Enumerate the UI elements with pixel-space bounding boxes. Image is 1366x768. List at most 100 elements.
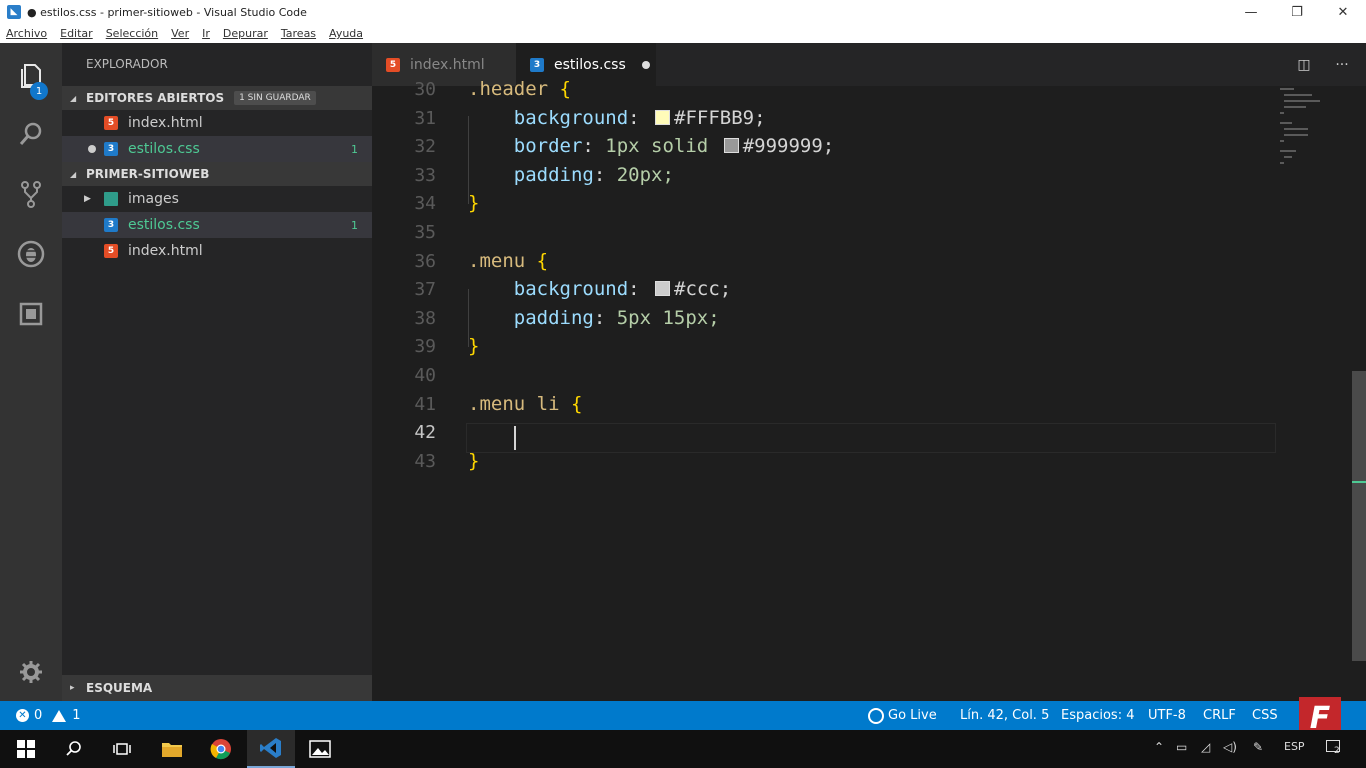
css-file-icon: 3 [104, 218, 118, 232]
css-property: padding [513, 306, 594, 329]
error-count: 0 [34, 708, 43, 723]
debug-icon[interactable] [0, 229, 62, 279]
unsaved-dot-icon[interactable] [641, 60, 650, 69]
code-line: } [468, 450, 479, 472]
source-control-icon[interactable] [0, 169, 62, 219]
css-selector: .menu [468, 249, 526, 272]
color-swatch[interactable] [723, 138, 739, 154]
wifi-icon[interactable]: ◿ [1201, 740, 1210, 754]
menu-archivo[interactable]: Archivo [6, 27, 47, 40]
problem-count: 1 [351, 218, 358, 232]
brace: { [570, 392, 583, 415]
files-icon[interactable]: 1 [0, 51, 62, 101]
menu-ir[interactable]: Ir [202, 27, 210, 40]
menu-ayuda[interactable]: Ayuda [329, 27, 363, 40]
code-line: } [468, 335, 479, 357]
line-number: 37 [414, 279, 436, 301]
code-line: .menu li { [468, 393, 582, 415]
gear-icon[interactable] [0, 647, 62, 697]
code-line: border: 1px solid #999999; [513, 135, 835, 158]
css-property: background [513, 278, 629, 301]
line-ending-setting[interactable]: CRLF [1203, 701, 1236, 730]
vscode-taskbar-icon[interactable] [247, 730, 295, 768]
open-editor-item-index-html[interactable]: 5 index.html [62, 110, 372, 136]
css-selector: .header [468, 78, 549, 100]
line-number: 42 [414, 422, 436, 444]
problems-indicator[interactable]: ✕ 0 1 [16, 701, 81, 730]
folder-item-images[interactable]: ▶ images [62, 186, 372, 212]
tab-label: index.html [410, 56, 485, 73]
search-icon[interactable] [50, 730, 98, 768]
html-file-icon: 5 [104, 116, 118, 130]
task-view-icon[interactable] [98, 730, 146, 768]
encoding-setting[interactable]: UTF-8 [1148, 701, 1186, 730]
color-swatch[interactable] [655, 281, 671, 297]
css-property: padding [513, 163, 594, 186]
file-name: index.html [128, 115, 203, 131]
file-item-index-html[interactable]: 5 index.html [62, 238, 372, 264]
volume-icon[interactable]: ◁) [1223, 740, 1237, 754]
line-number: 39 [414, 336, 436, 358]
error-icon: ✕ [16, 709, 29, 722]
code-editor[interactable]: 30 .header {31 background: #FFFBB9; 32 bor… [372, 78, 1366, 701]
css-property: border [513, 135, 583, 158]
css-value: 1px solid [605, 135, 709, 158]
menu-tareas[interactable]: Tareas [281, 27, 316, 40]
file-item-estilos-css[interactable]: 3 estilos.css 1 [62, 212, 372, 238]
minimize-button[interactable]: — [1228, 0, 1274, 24]
open-editor-item-estilos-css[interactable]: 3 estilos.css 1 [62, 136, 372, 162]
scrollbar-change-marker [1352, 481, 1366, 483]
minimap[interactable] [1280, 86, 1350, 176]
more-actions-icon[interactable]: ··· [1332, 55, 1352, 75]
cursor-position[interactable]: Lín. 42, Col. 5 [960, 701, 1049, 730]
file-explorer-icon[interactable] [148, 730, 196, 768]
line-number: 32 [414, 136, 436, 158]
pen-icon[interactable]: ✎ [1253, 740, 1263, 754]
language-mode[interactable]: CSS [1252, 701, 1278, 730]
project-section[interactable]: ◢ PRIMER-SITIOWEB [62, 162, 372, 186]
line-number: 34 [414, 193, 436, 215]
menu-depurar[interactable]: Depurar [223, 27, 268, 40]
css-value: 5px 15px; [616, 306, 720, 329]
photos-icon[interactable] [296, 730, 344, 768]
brace: { [536, 249, 549, 272]
notification-count: 2 [1334, 746, 1340, 756]
extensions-icon[interactable] [0, 289, 62, 339]
chrome-icon[interactable] [197, 730, 245, 768]
brace: } [468, 449, 480, 472]
vscode-icon: ◣ [7, 5, 21, 19]
folder-name: images [128, 191, 179, 207]
chevron-down-icon: ◢ [70, 93, 77, 103]
windows-start-icon[interactable] [2, 730, 50, 768]
search-icon[interactable] [0, 109, 62, 159]
menu-editar[interactable]: Editar [60, 27, 93, 40]
go-live-button[interactable]: Go Live [868, 701, 937, 730]
css-selector: .menu li [468, 392, 560, 415]
open-editors-section[interactable]: ◢ EDITORES ABIERTOS 1 SIN GUARDAR [62, 86, 372, 110]
color-swatch[interactable] [655, 109, 671, 125]
html-file-icon: 5 [386, 57, 400, 72]
restore-button[interactable]: ❐ [1274, 0, 1320, 24]
indentation-setting[interactable]: Espacios: 4 [1061, 701, 1134, 730]
network-icon[interactable]: ▭ [1176, 740, 1187, 754]
outline-section[interactable]: ▸ ESQUEMA [62, 675, 372, 701]
file-name: index.html [128, 243, 203, 259]
line-number: 33 [414, 164, 436, 186]
unsaved-dot-icon [88, 145, 96, 153]
unsaved-badge: 1 SIN GUARDAR [234, 91, 316, 105]
html-file-icon: 5 [104, 244, 118, 258]
outline-title: ESQUEMA [86, 681, 153, 695]
menu-seleccion[interactable]: Selección [106, 27, 158, 40]
language-indicator[interactable]: ESP [1284, 740, 1305, 753]
line-number: 36 [414, 250, 436, 272]
brace: { [559, 78, 571, 100]
close-button[interactable]: ✕ [1320, 0, 1366, 24]
vertical-scrollbar[interactable] [1352, 371, 1366, 661]
chevron-up-icon[interactable]: ⌃ [1154, 740, 1164, 754]
split-editor-icon[interactable]: ◫ [1294, 55, 1314, 75]
menu-ver[interactable]: Ver [171, 27, 189, 40]
go-live-label: Go Live [888, 708, 937, 723]
current-line-highlight [466, 423, 1276, 453]
folder-icon [104, 192, 118, 206]
css-value: #999999; [742, 135, 835, 158]
